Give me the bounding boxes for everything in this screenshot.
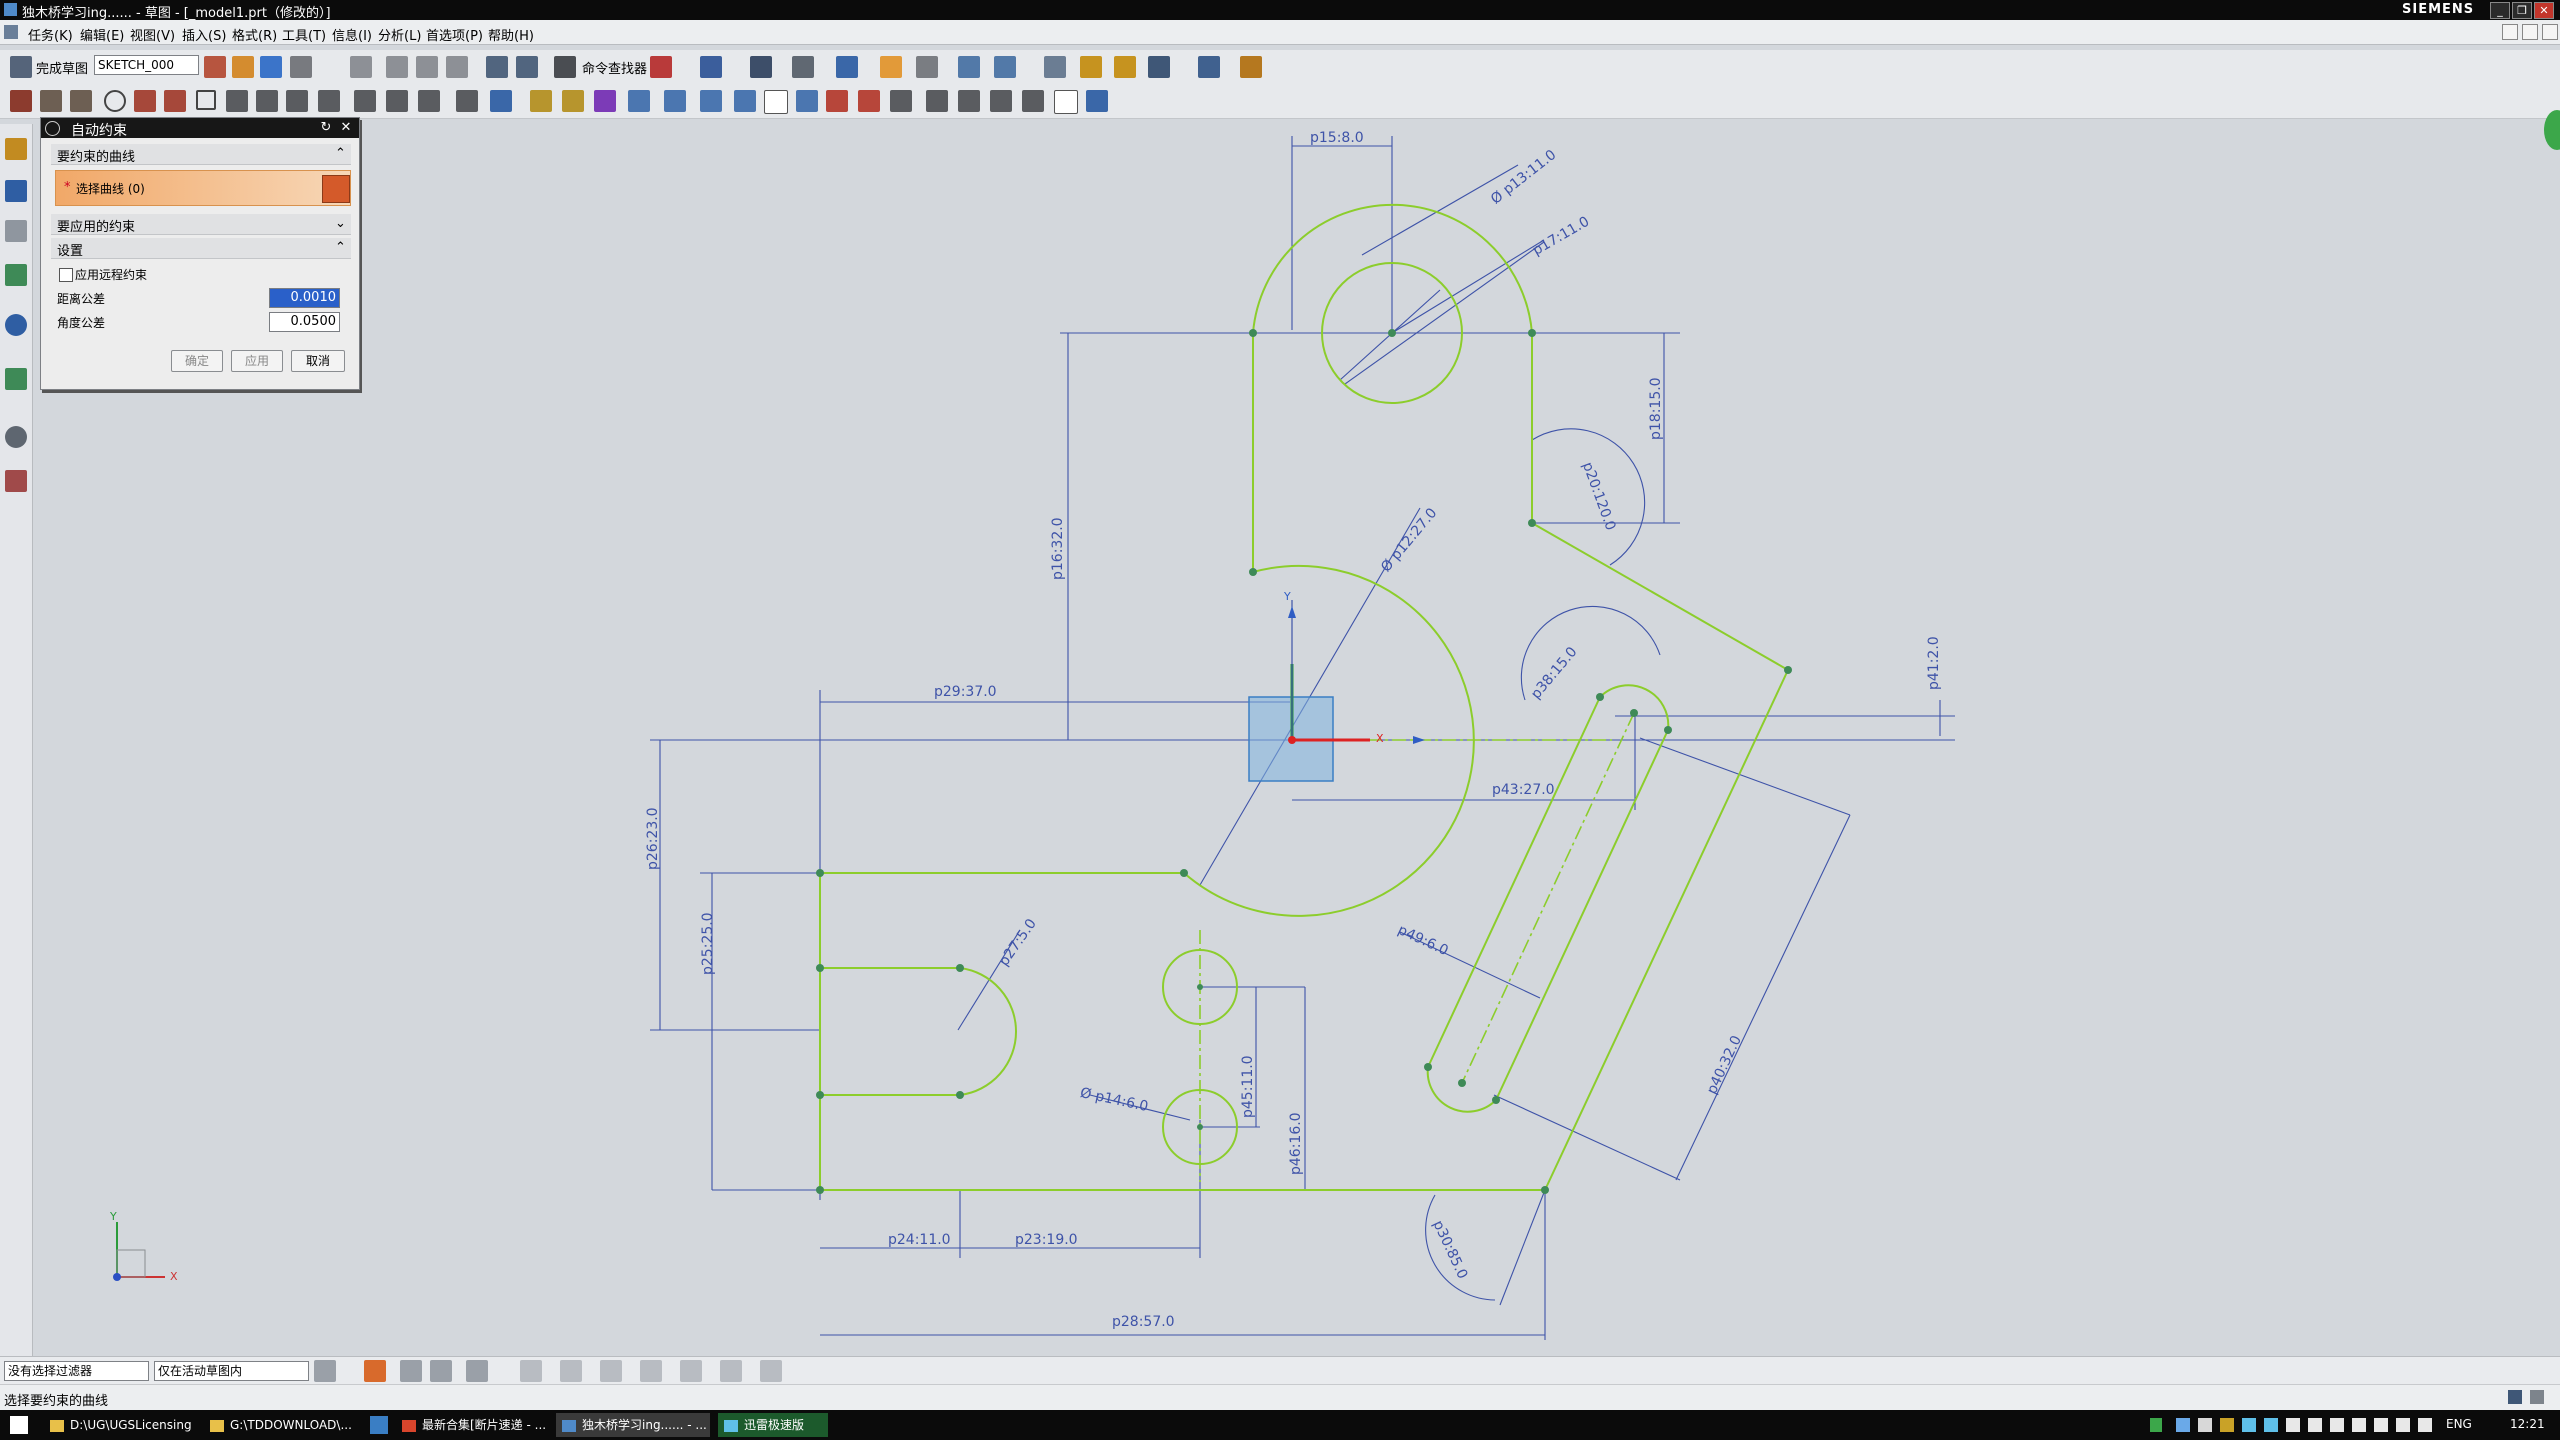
angle-tol-label: 角度公差 <box>57 316 106 330</box>
angle-tol-input[interactable]: 0.0500 <box>269 312 340 332</box>
task-app-icon[interactable] <box>370 1416 388 1434</box>
tray-security-icon[interactable] <box>2220 1418 2234 1432</box>
distance-tol-label: 距离公差 <box>57 292 106 306</box>
tray-usb-icon[interactable] <box>2352 1418 2366 1432</box>
chevron-up-icon: ⌃ <box>335 146 346 161</box>
tray-battery-icon[interactable] <box>2150 1418 2162 1432</box>
task-movie-site[interactable]: 最新合集[断片速递 - ... <box>396 1413 548 1437</box>
auto-constrain-dialog: 自动约束 ↻ ✕ 要约束的曲线 ⌃ * 选择曲线 (0) 要应用的约束 ⌄ 设置… <box>40 117 360 390</box>
wcs-triad <box>113 1222 165 1281</box>
scope-select[interactable]: 仅在活动草图内 <box>154 1361 309 1381</box>
chevron-down-icon: ⌄ <box>335 216 346 231</box>
task-nx-window[interactable]: 独木桥学习ing...... - ... <box>556 1413 710 1437</box>
input-language[interactable]: ENG <box>2446 1417 2472 1431</box>
required-marker: * <box>64 180 71 195</box>
cancel-button[interactable]: 取消 <box>291 350 345 372</box>
dialog-close-icon[interactable]: ✕ <box>338 120 354 136</box>
chevron-up-icon: ⌃ <box>335 240 346 255</box>
start-icon[interactable] <box>10 1416 28 1434</box>
type-filter-select[interactable]: 没有选择过滤器 <box>4 1361 149 1381</box>
quadrant-icon[interactable] <box>720 1360 742 1382</box>
status-bar: 选择要约束的曲线 <box>0 1384 2560 1411</box>
view-select-icon[interactable] <box>466 1360 488 1382</box>
tray-network-icon[interactable] <box>2198 1418 2212 1432</box>
tray-speaker-icon[interactable] <box>2418 1418 2432 1432</box>
tray-cloud-icon[interactable] <box>2242 1418 2256 1432</box>
apply-remote-label: 应用远程约束 <box>75 268 148 282</box>
dialog-title: 自动约束 <box>71 123 127 139</box>
status-options-icon[interactable] <box>2530 1390 2544 1404</box>
center-snap-icon[interactable] <box>680 1360 702 1382</box>
tray-display-icon[interactable] <box>2374 1418 2388 1432</box>
task-ugslicensing[interactable]: D:\UG\UGSLicensing <box>44 1413 194 1437</box>
status-text: 选择要约束的曲线 <box>4 1394 109 1409</box>
centerlines <box>1199 712 1635 1182</box>
curve-select-icon[interactable] <box>322 175 350 203</box>
select-curves-label: 选择曲线 (0) <box>76 182 145 196</box>
tray-sound-icon[interactable] <box>2308 1418 2322 1432</box>
select-curves-field[interactable]: * 选择曲线 (0) <box>55 170 351 206</box>
section-constraints-header[interactable]: 要应用的约束 ⌄ <box>51 214 351 235</box>
rectangle-select-icon[interactable] <box>430 1360 452 1382</box>
tray-app-icon[interactable] <box>2176 1418 2190 1432</box>
reset-icon[interactable]: ↻ <box>318 120 334 136</box>
datum-csys <box>1248 600 1425 782</box>
section-settings-header[interactable]: 设置 ⌃ <box>51 238 351 259</box>
sketch-canvas[interactable] <box>0 0 2560 1440</box>
intersection-icon[interactable] <box>640 1360 662 1382</box>
snap-point-icon[interactable] <box>400 1360 422 1382</box>
tray-volume-icon[interactable] <box>2286 1418 2300 1432</box>
task-tddownload[interactable]: G:\TDDOWNLOAD\... <box>204 1413 364 1437</box>
existing-point-icon[interactable] <box>760 1360 782 1382</box>
section-settings-label: 设置 <box>57 244 84 259</box>
ok-button[interactable]: 确定 <box>171 350 223 372</box>
filter-reset-icon[interactable] <box>314 1360 336 1382</box>
apply-button[interactable]: 应用 <box>231 350 283 372</box>
apply-remote-checkbox[interactable] <box>59 268 73 282</box>
taskbar: D:\UG\UGSLicensing G:\TDDOWNLOAD\... 最新合… <box>0 1410 2560 1440</box>
status-flag-icon <box>2508 1390 2522 1404</box>
distance-tol-input[interactable]: 0.0010 <box>269 288 340 308</box>
endpoint-snap-icon[interactable] <box>520 1360 542 1382</box>
selection-filter-bar: 没有选择过滤器 仅在活动草图内 <box>0 1356 2560 1385</box>
dialog-title-bar: 自动约束 ↻ ✕ <box>41 118 359 139</box>
midpoint-snap-icon[interactable] <box>560 1360 582 1382</box>
select-all-icon[interactable] <box>364 1360 386 1382</box>
task-xunlei[interactable]: 迅雷极速版 <box>718 1413 828 1437</box>
control-point-icon[interactable] <box>600 1360 622 1382</box>
tray-message-icon[interactable] <box>2264 1418 2278 1432</box>
section-curves-header[interactable]: 要约束的曲线 ⌃ <box>51 144 351 165</box>
gear-icon <box>45 121 60 136</box>
clock-time[interactable]: 12:21 <box>2510 1417 2545 1431</box>
section-constraints-label: 要应用的约束 <box>57 220 136 235</box>
section-curves-label: 要约束的曲线 <box>57 150 136 165</box>
tray-wifi-icon[interactable] <box>2396 1418 2410 1432</box>
tray-power-icon[interactable] <box>2330 1418 2344 1432</box>
